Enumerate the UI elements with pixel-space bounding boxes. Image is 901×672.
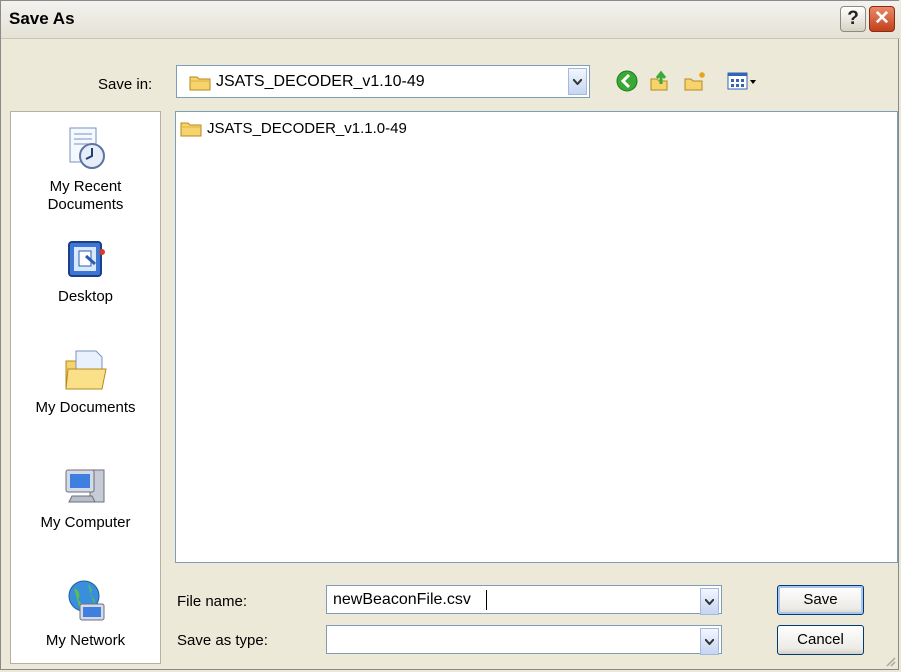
recent-documents-icon [69, 127, 105, 169]
place-my-computer[interactable]: My Computer [11, 464, 160, 532]
close-button[interactable]: ✕ [869, 6, 895, 32]
file-name-input[interactable]: newBeaconFile.csv [326, 585, 722, 615]
file-name-text: JSATS_DECODER_v1.1.0-49 [207, 120, 407, 137]
views-menu-icon[interactable] [727, 70, 757, 97]
file-name-value: newBeaconFile.csv [333, 591, 471, 608]
text-caret [486, 590, 487, 610]
my-computer-icon [65, 469, 104, 503]
chevron-down-icon [573, 78, 582, 85]
place-label: Desktop [57, 288, 114, 305]
help-button[interactable]: ? [840, 6, 866, 32]
save-as-dialog: Save As ? ✕ Save in: JSATS_DECODER_v1.10… [0, 0, 900, 670]
save-as-type-label: Save as type: [177, 632, 268, 649]
file-name-dropdown-button[interactable] [700, 588, 719, 615]
my-documents-icon [64, 350, 107, 390]
chevron-down-icon [705, 598, 714, 605]
save-in-value: JSATS_DECODER_v1.10-49 [216, 73, 425, 90]
place-label: My Recent [49, 178, 122, 195]
title-bar[interactable]: Save As ? ✕ [1, 1, 900, 39]
place-my-recent-documents[interactable]: My Recent Documents [11, 124, 160, 214]
list-item[interactable]: JSATS_DECODER_v1.1.0-49 [180, 120, 407, 137]
save-in-combobox[interactable]: JSATS_DECODER_v1.10-49 [176, 65, 590, 98]
place-label: My Computer [40, 514, 131, 531]
back-icon[interactable] [616, 70, 638, 97]
desktop-icon [67, 241, 105, 277]
place-label: Documents [47, 196, 124, 213]
place-desktop[interactable]: Desktop [11, 238, 160, 306]
folder-icon [180, 122, 202, 137]
window-title: Save As [9, 9, 75, 28]
chevron-down-icon [705, 638, 714, 645]
folder-icon [189, 74, 211, 96]
save-as-type-select[interactable] [326, 625, 722, 655]
place-my-network[interactable]: My Network [11, 578, 160, 650]
resize-grip-icon[interactable] [884, 655, 896, 667]
save-as-type-dropdown-button[interactable] [700, 628, 719, 655]
cancel-button[interactable]: Cancel [777, 625, 864, 655]
place-label: My Documents [35, 399, 136, 416]
place-label: My Network [45, 632, 126, 649]
save-button[interactable]: Save [777, 585, 864, 615]
my-network-icon [68, 580, 104, 621]
file-list[interactable]: JSATS_DECODER_v1.1.0-49 [175, 111, 898, 563]
places-bar: My Recent Documents Desktop My Documents [10, 111, 161, 664]
place-my-documents[interactable]: My Documents [11, 347, 160, 417]
save-in-label: Save in: [98, 76, 153, 93]
file-name-label: File name: [177, 593, 248, 610]
save-in-dropdown-button[interactable] [568, 68, 587, 95]
up-folder-icon[interactable] [649, 70, 671, 97]
new-folder-icon[interactable] [683, 70, 707, 97]
